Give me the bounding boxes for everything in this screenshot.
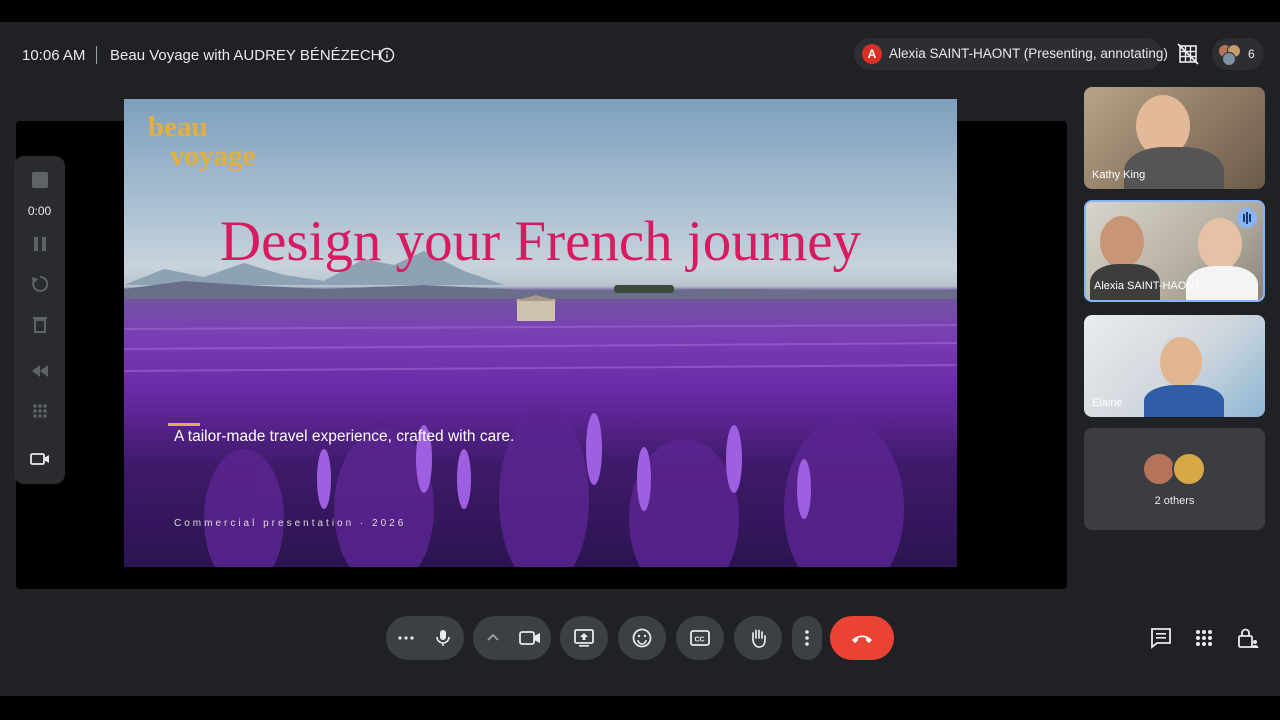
participant-tile-active[interactable]: Alexia SAINT-HAONT [1084, 200, 1265, 302]
logo-line-1: beau [148, 111, 208, 143]
others-label: 2 others [1154, 495, 1195, 507]
header-divider [96, 46, 97, 64]
participant-video [1100, 216, 1144, 268]
restart-icon[interactable] [30, 274, 50, 294]
presentation-slide: beau voyage Design your French journey A… [124, 99, 957, 567]
participant-name: Kathy King [1092, 169, 1146, 181]
stop-icon[interactable] [30, 170, 50, 190]
chevron-up-icon[interactable] [485, 629, 501, 645]
effects-icon[interactable] [30, 401, 50, 421]
mic-group [386, 616, 464, 660]
meeting-title: Beau Voyage with AUDREY BÉNÉZECH [110, 47, 382, 64]
header-bar: 10:06 AM Beau Voyage with AUDREY BÉNÉZEC… [0, 22, 1280, 88]
grid-off-icon [1177, 43, 1199, 65]
meeting-info-icon[interactable] [379, 47, 395, 63]
pause-icon[interactable] [30, 234, 50, 254]
slide-title: Design your French journey [219, 210, 862, 273]
more-vert-icon [805, 630, 809, 646]
more-options-button[interactable] [792, 616, 822, 660]
video-camera-icon[interactable] [519, 628, 541, 648]
speaking-indicator-icon [1237, 208, 1257, 228]
emoji-icon [632, 628, 652, 648]
chat-button[interactable] [1147, 624, 1175, 652]
logo-line-2: voyage [170, 140, 256, 172]
chat-icon [1151, 628, 1171, 649]
layout-off-button[interactable] [1170, 38, 1206, 70]
other-avatar-2 [1172, 452, 1206, 486]
participant-video-body [1124, 147, 1224, 189]
participant-name: Alexia SAINT-HAONT [1094, 280, 1201, 292]
people-button[interactable]: 6 [1212, 38, 1264, 70]
present-screen-icon [574, 629, 594, 647]
leave-call-button[interactable] [830, 616, 894, 660]
beau-voyage-logo: beau voyage [148, 113, 255, 171]
hang-up-icon [852, 635, 872, 643]
tagline-accent-bar [168, 423, 200, 426]
other-avatar-1 [1142, 452, 1176, 486]
participant-tile[interactable]: Kathy King [1084, 87, 1265, 189]
apps-grid-icon [1196, 630, 1212, 646]
raise-hand-button[interactable] [734, 616, 782, 660]
participant-video [1198, 218, 1242, 270]
reactions-button[interactable] [618, 616, 666, 660]
svg-text:CC: CC [695, 637, 705, 644]
clock-time: 10:06 AM [22, 47, 86, 64]
present-screen-button[interactable] [560, 616, 608, 660]
trash-icon[interactable] [30, 314, 50, 334]
participant-count: 6 [1248, 47, 1255, 61]
annotation-toolbar: 0:00 [14, 156, 65, 484]
hand-icon [752, 629, 766, 648]
camera-group [473, 616, 551, 660]
activities-button[interactable] [1190, 624, 1218, 652]
participant-video [1160, 337, 1202, 387]
camera-icon[interactable] [30, 449, 50, 469]
others-tile[interactable]: 2 others [1084, 428, 1265, 530]
recording-time: 0:00 [27, 204, 52, 218]
slide-tagline: A tailor-made travel experience, crafted… [174, 428, 515, 445]
participant-tile[interactable]: Elaine [1084, 315, 1265, 417]
microphone-icon[interactable] [433, 628, 453, 648]
presenter-label: Alexia SAINT-HAONT (Presenting, annotati… [889, 46, 1168, 61]
lock-person-icon [1238, 628, 1259, 648]
participant-video-body [1144, 385, 1224, 417]
people-avatar-3 [1222, 52, 1236, 66]
participant-name: Elaine [1092, 397, 1123, 409]
captions-icon: CC [690, 630, 710, 646]
rewind-icon[interactable] [30, 361, 50, 381]
presenter-chip[interactable]: A Alexia SAINT-HAONT (Presenting, annota… [854, 38, 1168, 70]
slide-footer: Commercial presentation · 2026 [174, 518, 407, 529]
presenter-avatar: A [862, 44, 882, 64]
captions-button[interactable]: CC [676, 616, 724, 660]
more-audio-options-icon[interactable] [396, 628, 416, 648]
call-controls: CC [0, 616, 1280, 660]
host-controls-button[interactable] [1234, 624, 1262, 652]
